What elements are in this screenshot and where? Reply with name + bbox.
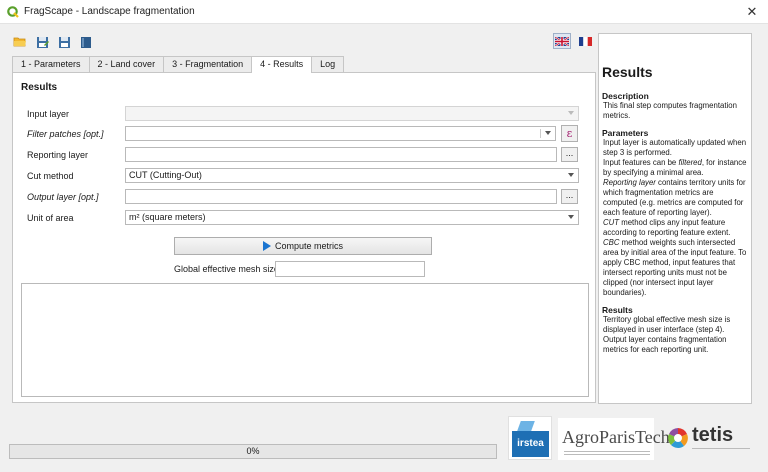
chevron-down-icon <box>568 215 574 219</box>
irstea-logo-mark <box>517 421 535 431</box>
help-title: Results <box>602 64 653 80</box>
tab-bar: 1 - Parameters 2 - Land cover 3 - Fragme… <box>12 56 345 73</box>
agroparistech-logo: AgroParisTech <box>558 418 670 460</box>
toolbar <box>12 34 94 50</box>
agroparistech-logo-rule <box>564 451 650 455</box>
filter-patches-label: Filter patches [opt.] <box>27 129 104 139</box>
open-project-button[interactable] <box>12 34 28 50</box>
help-param-2: Input features can be filtered, for inst… <box>603 158 747 177</box>
save-button[interactable] <box>56 34 72 50</box>
cut-method-combo[interactable]: CUT (Cutting-Out) <box>125 168 579 183</box>
unit-of-area-combo[interactable]: m² (square meters) <box>125 210 579 225</box>
reporting-layer-label: Reporting layer <box>27 150 89 160</box>
tab-land-cover[interactable]: 2 - Land cover <box>88 56 165 72</box>
results-text-area[interactable] <box>21 283 589 397</box>
help-parameters-heading: Parameters <box>602 128 649 138</box>
output-layer-browse-button[interactable]: ... <box>561 189 578 204</box>
reporting-layer-browse-button[interactable]: ... <box>561 147 578 162</box>
folder-icon <box>13 37 26 47</box>
results-heading: Results <box>21 82 58 93</box>
filter-patches-field[interactable] <box>125 126 556 141</box>
language-french-button[interactable] <box>576 33 594 49</box>
progress-text: 0% <box>246 446 260 456</box>
output-layer-label: Output layer [opt.] <box>27 192 99 202</box>
france-flag-icon <box>578 36 592 46</box>
cut-method-value: CUT (Cutting-Out) <box>129 170 202 180</box>
input-layer-combo[interactable] <box>125 106 579 121</box>
save-as-button[interactable] <box>34 34 50 50</box>
help-param-5: CBC method weights such intersected area… <box>603 238 747 297</box>
help-result-1: Territory global effective mesh size is … <box>603 315 731 334</box>
help-param-1: Input layer is automatically updated whe… <box>603 138 747 157</box>
irstea-logo: irstea <box>508 416 552 460</box>
compute-metrics-label: Compute metrics <box>274 241 344 251</box>
tab-fragmentation[interactable]: 3 - Fragmentation <box>163 56 253 72</box>
tetis-logo-text: tetis <box>692 424 734 446</box>
window-title: FragScape - Landscape fragmentation <box>24 6 195 17</box>
close-button[interactable]: ✕ <box>744 4 760 20</box>
results-panel: Results Input layer Filter patches [opt.… <box>12 72 596 403</box>
uk-flag-icon <box>555 36 569 46</box>
unit-of-area-label: Unit of area <box>27 213 74 223</box>
expression-builder-button[interactable]: ε <box>561 125 578 142</box>
reporting-layer-input[interactable] <box>125 147 557 162</box>
output-layer-input[interactable] <box>125 189 557 204</box>
chevron-down-icon <box>568 111 574 115</box>
agroparistech-logo-text: AgroParisTech <box>562 427 670 447</box>
tab-parameters[interactable]: 1 - Parameters <box>12 56 90 72</box>
compute-metrics-button[interactable]: Compute metrics <box>174 237 432 255</box>
epsilon-icon: ε <box>566 127 573 140</box>
help-results-heading: Results <box>602 305 633 315</box>
chevron-down-icon <box>545 131 551 135</box>
close-icon: ✕ <box>746 4 758 19</box>
mesh-size-label: Global effective mesh size <box>174 264 279 274</box>
cut-method-label: Cut method <box>27 171 74 181</box>
qgis-icon <box>7 5 19 18</box>
help-panel: Results Description This final step comp… <box>598 33 752 404</box>
help-param-4: CUT method clips any input feature accor… <box>603 218 731 237</box>
help-param-3: Reporting layer contains territory units… <box>603 178 746 217</box>
tetis-logo-mark <box>668 428 688 448</box>
title-bar: FragScape - Landscape fragmentation ✕ <box>0 0 768 24</box>
mesh-size-output[interactable] <box>275 261 425 277</box>
play-icon <box>262 241 271 251</box>
progress-bar: 0% <box>9 444 497 459</box>
save-icon <box>58 36 70 48</box>
language-english-button[interactable] <box>553 33 571 49</box>
input-layer-label: Input layer <box>27 109 70 119</box>
tab-log[interactable]: Log <box>311 56 345 72</box>
save-as-icon <box>36 36 49 48</box>
tetis-logo-rule <box>692 448 750 452</box>
irstea-logo-text: irstea <box>512 431 549 457</box>
help-result-2: Output layer contains fragmentation metr… <box>603 335 727 354</box>
help-description-text: This final step computes fragmentation m… <box>603 101 737 120</box>
help-description-heading: Description <box>602 91 649 101</box>
combo-divider <box>540 129 541 138</box>
tab-results[interactable]: 4 - Results <box>251 56 313 73</box>
help-book-button[interactable] <box>78 34 94 50</box>
unit-of-area-value: m² (square meters) <box>129 212 206 222</box>
tetis-logo: tetis <box>664 420 756 458</box>
book-icon <box>81 36 91 48</box>
chevron-down-icon <box>568 173 574 177</box>
